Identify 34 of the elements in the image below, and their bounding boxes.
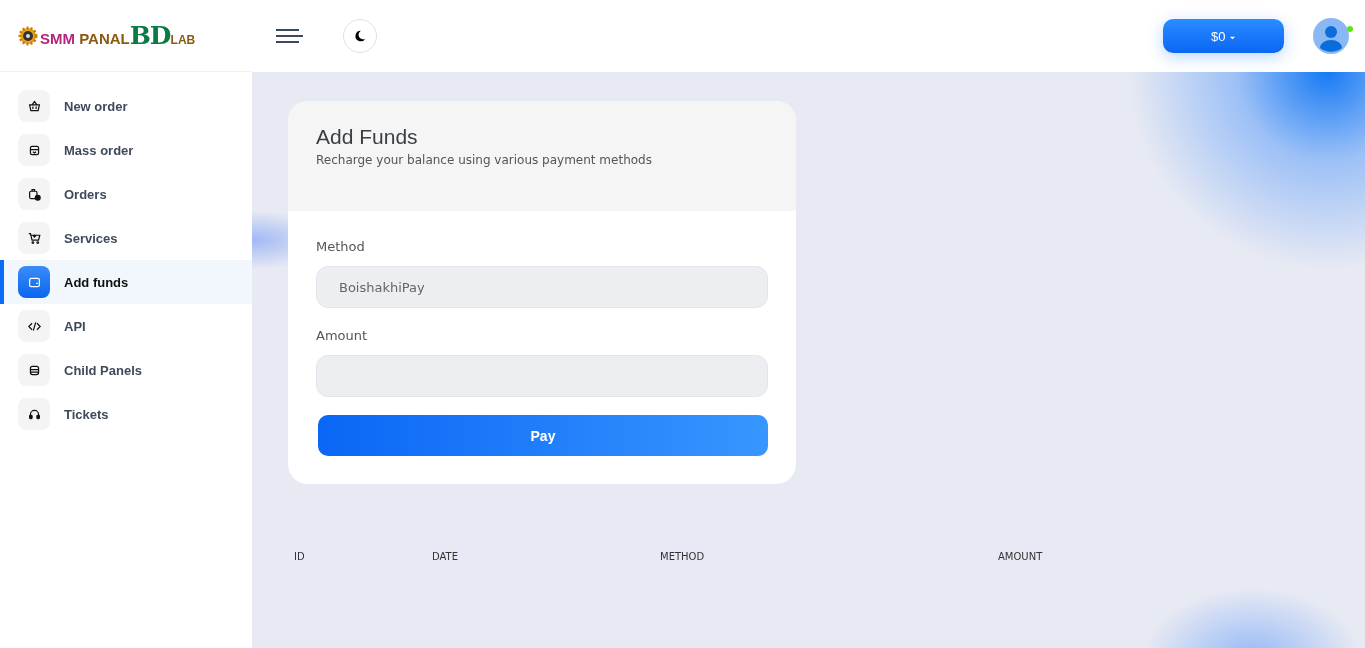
field-label: Amount bbox=[316, 328, 369, 343]
sidebar-item[interactable]: Add funds bbox=[0, 260, 252, 304]
basket-icon bbox=[18, 90, 50, 122]
pay-button[interactable]: Pay bbox=[318, 415, 768, 456]
sidebar-item[interactable]: New order bbox=[0, 84, 252, 128]
sidebar-item[interactable]: API bbox=[0, 304, 252, 348]
avatar-icon[interactable] bbox=[1313, 18, 1349, 54]
column-header: METHOD bbox=[660, 550, 705, 562]
logo-text: SMM PANALBDLAB bbox=[40, 21, 196, 50]
card-subtitle: Recharge your balance using various payment methods bbox=[316, 153, 653, 167]
cart-icon bbox=[18, 222, 50, 254]
balance-button[interactable]: $0 bbox=[1163, 19, 1284, 53]
box-icon bbox=[18, 134, 50, 166]
input-field[interactable] bbox=[316, 355, 768, 397]
column-header: DATE bbox=[432, 550, 458, 562]
moon-icon bbox=[353, 29, 367, 43]
sidebar-item[interactable]: Child Panels bbox=[0, 348, 252, 392]
store-icon bbox=[18, 354, 50, 386]
column-header: ID bbox=[294, 550, 305, 562]
dark-mode-button[interactable] bbox=[343, 19, 377, 53]
field-label: Method bbox=[316, 239, 366, 254]
headset-icon bbox=[18, 398, 50, 430]
code-icon bbox=[18, 310, 50, 342]
wallet-icon bbox=[18, 266, 50, 298]
input-field[interactable]: BoishakhiPay bbox=[316, 266, 768, 308]
orders-icon bbox=[18, 178, 50, 210]
gear-logo-icon bbox=[18, 25, 38, 46]
card-title: Add Funds bbox=[316, 125, 419, 149]
column-header: AMOUNT bbox=[998, 550, 1043, 562]
menu-icon[interactable] bbox=[275, 28, 303, 44]
sidebar-item[interactable]: Services bbox=[0, 216, 252, 260]
sidebar-item[interactable]: Mass order bbox=[0, 128, 252, 172]
sidebar-item[interactable]: Tickets bbox=[0, 392, 252, 436]
sidebar-item[interactable]: Orders bbox=[0, 172, 252, 216]
